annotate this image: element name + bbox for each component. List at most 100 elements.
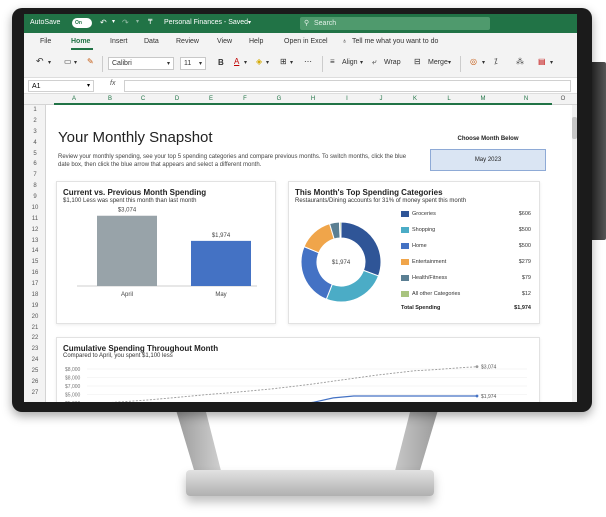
row-header[interactable]: 6: [24, 161, 46, 167]
document-title[interactable]: Personal Finances - Saved: [164, 19, 248, 26]
number-format-dropdown-icon[interactable]: ▾: [482, 59, 485, 66]
row-header[interactable]: 12: [24, 227, 46, 233]
row-header[interactable]: 25: [24, 368, 46, 374]
row-header[interactable]: 21: [24, 325, 46, 331]
row-header[interactable]: 19: [24, 303, 46, 309]
name-box[interactable]: A1 ▾: [28, 80, 94, 92]
row-header[interactable]: 20: [24, 314, 46, 320]
row-header[interactable]: 11: [24, 216, 46, 222]
merge-button[interactable]: Merge: [428, 59, 448, 66]
row-header[interactable]: 8: [24, 183, 46, 189]
scrollbar-thumb[interactable]: [572, 117, 577, 139]
tab-insert[interactable]: Insert: [110, 38, 128, 45]
paste-dropdown-icon[interactable]: ▾: [74, 59, 77, 66]
font-color-dropdown-icon[interactable]: ▾: [244, 59, 247, 66]
cumulative-panel[interactable]: Cumulative Spending Throughout Month Com…: [56, 337, 540, 402]
tell-me-box[interactable]: Tell me what you want to do: [352, 38, 438, 45]
merge-icon[interactable]: ⊟: [414, 57, 421, 66]
column-header-e[interactable]: E: [194, 96, 228, 102]
search-box[interactable]: ⚲ Search: [300, 17, 490, 30]
paste-icon[interactable]: ▭: [64, 57, 72, 66]
borders-icon[interactable]: ⊞: [280, 57, 287, 66]
row-header[interactable]: 1: [24, 107, 46, 113]
row-header[interactable]: 17: [24, 281, 46, 287]
row-header[interactable]: 22: [24, 335, 46, 341]
align-dropdown-icon[interactable]: ▾: [360, 59, 363, 66]
row-header[interactable]: 27: [24, 390, 46, 396]
column-header-a[interactable]: A: [54, 96, 94, 102]
column-header-m[interactable]: M: [466, 96, 500, 102]
number-format-icon[interactable]: ◎: [470, 57, 477, 66]
row-header[interactable]: 5: [24, 151, 46, 157]
column-header-d[interactable]: D: [160, 96, 194, 102]
column-header-k[interactable]: K: [398, 96, 432, 102]
row-header[interactable]: 15: [24, 259, 46, 265]
undo-ribbon-dropdown-icon[interactable]: ▾: [48, 59, 51, 66]
column-header-j[interactable]: J: [364, 96, 398, 102]
redo-dropdown-icon[interactable]: ▾: [136, 18, 139, 25]
increase-decimal-icon[interactable]: ⁂: [516, 57, 524, 66]
merge-dropdown-icon[interactable]: ▾: [448, 59, 451, 66]
series-end-marker: [475, 365, 479, 369]
column-header-g[interactable]: G: [262, 96, 296, 102]
customize-toolbar-icon[interactable]: ₸: [148, 18, 152, 26]
font-size-box[interactable]: 11 ▾: [180, 57, 206, 70]
worksheet[interactable]: Your Monthly Snapshot Review your monthl…: [46, 105, 572, 402]
conditional-format-icon[interactable]: ▤: [538, 57, 546, 66]
row-header[interactable]: 14: [24, 248, 46, 254]
format-painter-icon[interactable]: ✎: [87, 57, 94, 66]
row-header[interactable]: 16: [24, 270, 46, 276]
row-header[interactable]: 10: [24, 205, 46, 211]
column-header-f[interactable]: F: [228, 96, 262, 102]
wrap-icon[interactable]: ⤶: [372, 57, 376, 67]
column-header-c[interactable]: C: [126, 96, 160, 102]
redo-icon[interactable]: ↷: [122, 18, 129, 27]
more-options-icon[interactable]: ⋯: [304, 57, 312, 66]
font-name-box[interactable]: Calibri ▾: [108, 57, 174, 70]
vertical-scrollbar[interactable]: [572, 105, 577, 402]
row-header[interactable]: 13: [24, 238, 46, 244]
font-color-icon[interactable]: A: [234, 57, 239, 66]
column-header-n[interactable]: N: [500, 96, 552, 102]
row-header[interactable]: 24: [24, 357, 46, 363]
month-selector[interactable]: May 2023: [430, 149, 546, 171]
fill-color-dropdown-icon[interactable]: ▾: [266, 59, 269, 66]
fill-color-icon[interactable]: ◈: [256, 57, 262, 66]
formula-input[interactable]: [124, 80, 571, 92]
column-header-h[interactable]: H: [296, 96, 330, 102]
row-header[interactable]: 9: [24, 194, 46, 200]
tab-data[interactable]: Data: [144, 38, 159, 45]
tab-file[interactable]: File: [40, 38, 51, 45]
column-header-o[interactable]: O: [552, 96, 574, 102]
undo-icon[interactable]: ↶: [100, 18, 107, 27]
tab-open-in-excel[interactable]: Open in Excel: [284, 38, 328, 45]
column-header-b[interactable]: B: [94, 96, 126, 102]
align-icon[interactable]: ≡: [330, 57, 335, 66]
column-header-i[interactable]: I: [330, 96, 364, 102]
column-header-l[interactable]: L: [432, 96, 466, 102]
tab-review[interactable]: Review: [176, 38, 199, 45]
decrease-decimal-icon[interactable]: ⁒: [494, 57, 498, 66]
fx-label[interactable]: fx: [110, 80, 115, 87]
bold-button[interactable]: B: [218, 58, 224, 67]
comparison-panel[interactable]: Current vs. Previous Month Spending $1,1…: [56, 181, 276, 324]
row-header[interactable]: 2: [24, 118, 46, 124]
borders-dropdown-icon[interactable]: ▾: [290, 59, 293, 66]
undo-ribbon-icon[interactable]: ↶: [36, 56, 44, 67]
align-button[interactable]: Align: [342, 59, 358, 66]
row-header[interactable]: 7: [24, 172, 46, 178]
wrap-button[interactable]: Wrap: [384, 59, 401, 66]
row-header[interactable]: 18: [24, 292, 46, 298]
autosave-toggle[interactable]: On: [72, 18, 92, 28]
tab-view[interactable]: View: [217, 38, 232, 45]
row-header[interactable]: 4: [24, 140, 46, 146]
tab-help[interactable]: Help: [249, 38, 263, 45]
categories-panel[interactable]: This Month's Top Spending Categories Res…: [288, 181, 540, 324]
conditional-format-dropdown-icon[interactable]: ▾: [550, 59, 553, 66]
row-header[interactable]: 3: [24, 129, 46, 135]
row-header[interactable]: 26: [24, 379, 46, 385]
undo-dropdown-icon[interactable]: ▾: [112, 18, 115, 25]
title-dropdown-icon[interactable]: ▾: [248, 19, 251, 26]
row-header[interactable]: 23: [24, 346, 46, 352]
tab-home[interactable]: Home: [71, 38, 90, 45]
